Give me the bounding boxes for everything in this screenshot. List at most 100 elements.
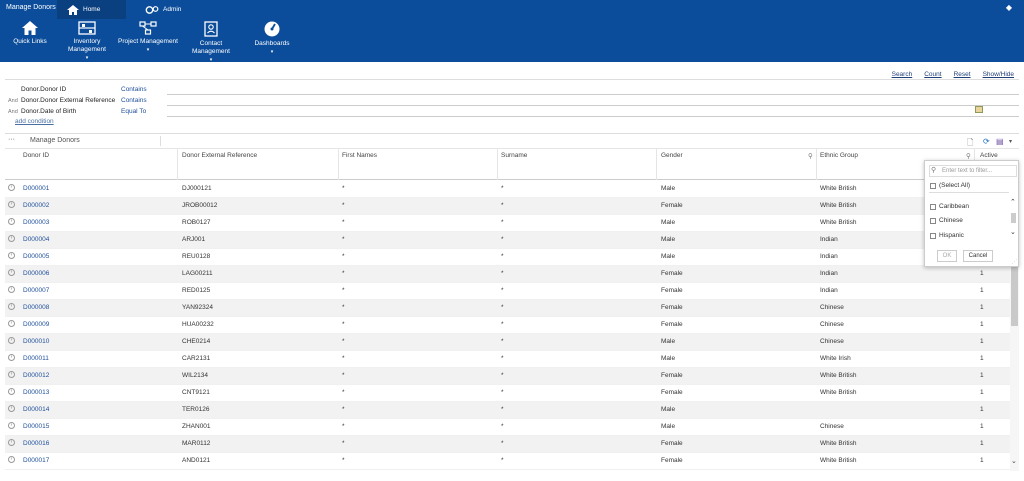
col-external-ref[interactable]: Donor External Reference [182,152,257,159]
table-row[interactable]: ›D000004ARJ001**MaleIndian1 [5,232,1010,249]
expand-row-icon[interactable]: › [8,371,15,378]
cell-donor-id[interactable]: D000007 [23,287,49,294]
grid-menu-icon[interactable]: ··· [8,136,15,143]
expand-row-icon[interactable]: › [8,252,15,259]
expand-row-icon[interactable]: › [8,218,15,225]
reset-link[interactable]: Reset [954,71,971,78]
filter-search-input[interactable]: Enter text to filter... [929,165,1017,177]
cell-donor-id[interactable]: D000006 [23,270,49,277]
filter-ok-button[interactable]: OK [937,250,957,262]
table-row[interactable]: › D000007 RED0125 * * Female Indian 1 [5,283,1010,300]
popup-scrollbar[interactable]: ⌃ ⌄ [1010,198,1017,238]
scrollbar-thumb[interactable] [1011,213,1016,223]
col-active[interactable]: Active [980,152,998,159]
cell-donor-id[interactable]: D000010 [23,338,49,345]
cell-donor-id[interactable]: D000005 [23,253,49,260]
tab-home[interactable]: Home [57,0,126,19]
col-ethnic-group[interactable]: Ethnic Group [820,152,858,159]
expand-row-icon[interactable]: › [8,337,15,344]
expand-row-icon[interactable]: › [8,405,15,412]
expand-row-icon[interactable]: › [8,286,15,293]
table-row[interactable]: › D000012 WIL2134 * * Female White British 1 [5,368,1010,385]
filter-operator[interactable]: Contains [121,86,147,93]
table-row[interactable]: ›D000001DJ000121**MaleWhite British1 [5,181,1010,198]
filter-funnel-icon[interactable]: ⚲ [966,152,971,160]
save-layout-icon[interactable]: ▤ [996,137,1004,146]
scroll-up-icon[interactable]: ⌃ [1010,198,1016,206]
filter-value-input[interactable] [167,107,1019,117]
scroll-down-icon[interactable]: ⌄ [1010,228,1016,236]
filter-option[interactable]: Hispanic [930,232,964,239]
filter-field[interactable]: Donor.Donor ID [21,86,66,93]
checkbox[interactable] [930,217,936,224]
expand-row-icon[interactable]: › [8,388,15,395]
filter-value-input[interactable] [167,96,1019,106]
filter-cancel-button[interactable]: Cancel [963,250,993,262]
filter-option[interactable]: Caribbean [930,203,969,210]
count-link[interactable]: Count [924,71,941,78]
scroll-down-icon[interactable]: ⌄ [1011,457,1017,465]
filter-field[interactable]: Donor.Donor External Reference [21,97,115,104]
cell-donor-id[interactable]: D000002 [23,202,49,209]
search-link[interactable]: Search [892,71,913,78]
expand-row-icon[interactable]: › [8,235,15,242]
table-row[interactable]: › D000009 HUA00232 * * Female Chinese 1 [5,317,1010,334]
expand-row-icon[interactable]: › [8,354,15,361]
checkbox[interactable] [930,203,936,210]
filter-field[interactable]: Donor.Date of Birth [21,108,76,115]
col-donor-id[interactable]: Donor ID [23,152,49,159]
col-gender[interactable]: Gender [661,152,683,159]
expand-row-icon[interactable]: › [8,456,15,463]
expand-row-icon[interactable]: › [8,303,15,310]
checkbox[interactable] [930,182,936,189]
cell-donor-id[interactable]: D000016 [23,440,49,447]
col-first-names[interactable]: First Names [342,152,377,159]
expand-row-icon[interactable]: › [8,269,15,276]
cell-donor-id[interactable]: D000004 [23,236,49,243]
cell-donor-id[interactable]: D000001 [23,185,49,192]
calendar-icon[interactable] [975,106,983,113]
col-surname[interactable]: Surname [501,152,527,159]
expand-row-icon[interactable]: › [8,439,15,446]
ribbon-inventory-management[interactable]: Inventory Management ▾ [57,21,117,62]
expand-row-icon[interactable]: › [8,184,15,191]
table-row[interactable]: ›D000005REU0128**MaleIndian1 [5,249,1010,266]
cell-donor-id[interactable]: D000012 [23,372,49,379]
table-row[interactable]: › D000017 AND0121 * * Female White British 1 [5,453,1010,470]
collapse-icon[interactable]: ◆ [1006,3,1012,12]
table-row[interactable]: ›D000003ROB0127**MaleWhite British1 [5,215,1010,232]
cell-donor-id[interactable]: D000011 [23,355,49,362]
ribbon-quick-links[interactable]: Quick Links [0,21,60,46]
table-row[interactable]: › D000011 CAR2131 * * Male White Irish 1 [5,351,1010,368]
cell-donor-id[interactable]: D000009 [23,321,49,328]
resize-grip-icon[interactable]: ⋰ [1012,259,1017,265]
expand-row-icon[interactable]: › [8,201,15,208]
expand-row-icon[interactable]: › [8,320,15,327]
table-row[interactable]: › D000008 YAN92324 * * Female Chinese 1 [5,300,1010,317]
table-row[interactable]: › D000014 TER0126 * * Male 1 [5,402,1010,419]
add-condition-link[interactable]: add condition [15,118,54,125]
refresh-icon[interactable]: ⟳ [983,137,990,146]
cell-donor-id[interactable]: D000017 [23,457,49,464]
filter-operator[interactable]: Equal To [121,108,146,115]
tab-admin[interactable]: Admin [135,0,191,19]
cell-donor-id[interactable]: D000003 [23,219,49,226]
table-row[interactable]: › D000006 LAG00211 * * Female Indian 1 [5,266,1010,283]
filter-value-input[interactable] [167,85,1019,95]
table-row[interactable]: › D000013 CNT9121 * * Female White British 1 [5,385,1010,402]
checkbox[interactable] [930,232,936,239]
show-hide-link[interactable]: Show/Hide [983,71,1014,78]
ribbon-dashboards[interactable]: Dashboards ▾ [242,21,302,56]
table-row[interactable]: › D000010 CHE0214 * * Male Chinese 1 [5,334,1010,351]
filter-funnel-icon[interactable]: ⚲ [808,152,813,160]
ribbon-project-management[interactable]: Project Management ▾ [118,21,178,54]
filter-operator[interactable]: Contains [121,97,147,104]
cell-donor-id[interactable]: D000013 [23,389,49,396]
filter-option[interactable]: Chinese [930,217,963,224]
ribbon-contact-management[interactable]: Contact Management ▾ [181,21,241,64]
table-row[interactable]: ›D000002JROB00012**FemaleWhite British1 [5,198,1010,215]
chevron-down-icon[interactable]: ▾ [1009,138,1012,145]
cell-donor-id[interactable]: D000015 [23,423,49,430]
expand-row-icon[interactable]: › [8,422,15,429]
cell-donor-id[interactable]: D000008 [23,304,49,311]
